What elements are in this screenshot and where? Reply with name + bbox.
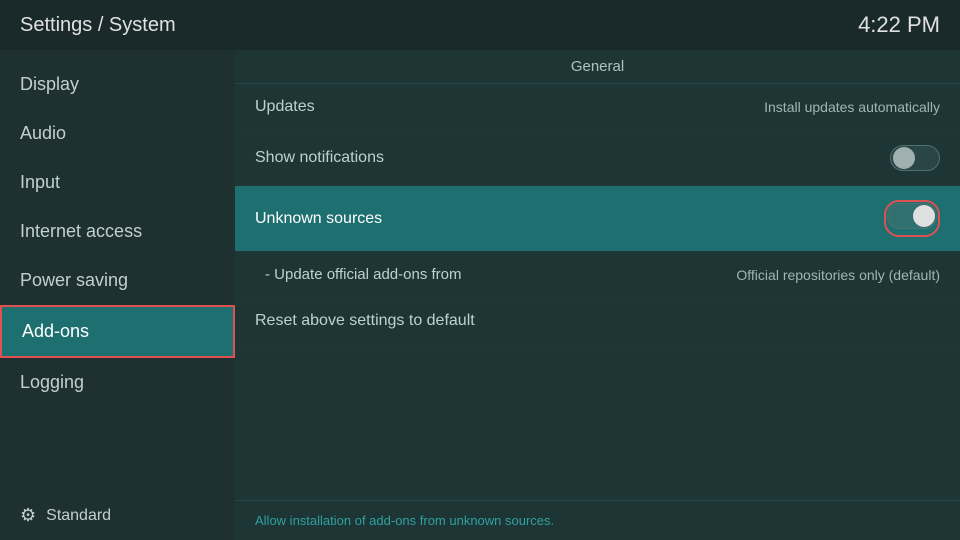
unknown-sources-toggle-wrapper <box>884 200 940 237</box>
updates-label: Updates <box>255 98 315 116</box>
content-footer: Allow installation of add-ons from unkno… <box>235 500 960 540</box>
content-area: General Updates Install updates automati… <box>235 50 960 540</box>
updates-value: Install updates automatically <box>764 99 940 115</box>
setting-updates[interactable]: Updates Install updates automatically <box>235 84 960 131</box>
setting-unknown-sources[interactable]: Unknown sources <box>235 186 960 252</box>
sidebar-item-add-ons[interactable]: Add-ons <box>0 305 235 358</box>
sidebar-item-audio[interactable]: Audio <box>0 109 235 158</box>
show-notifications-label: Show notifications <box>255 149 384 167</box>
sidebar-footer: ⚙ Standard <box>0 491 235 540</box>
setting-update-official-addons[interactable]: - Update official add-ons from Official … <box>235 252 960 298</box>
show-notifications-toggle[interactable] <box>890 145 940 171</box>
update-official-addons-value: Official repositories only (default) <box>736 267 940 283</box>
gear-icon: ⚙ <box>20 505 36 526</box>
standard-label: Standard <box>46 507 111 525</box>
setting-show-notifications[interactable]: Show notifications <box>235 131 960 186</box>
sidebar-item-internet-access[interactable]: Internet access <box>0 207 235 256</box>
update-official-addons-label: - Update official add-ons from <box>265 266 462 283</box>
unknown-sources-toggle[interactable] <box>887 203 937 229</box>
setting-reset[interactable]: Reset above settings to default <box>235 298 960 345</box>
sidebar-item-input[interactable]: Input <box>0 158 235 207</box>
page-title: Settings / System <box>20 14 176 37</box>
sidebar-item-logging[interactable]: Logging <box>0 358 235 407</box>
sidebar-item-power-saving[interactable]: Power saving <box>0 256 235 305</box>
toggle-knob-on <box>913 205 935 227</box>
reset-label: Reset above settings to default <box>255 312 475 330</box>
sidebar: Display Audio Input Internet access Powe… <box>0 50 235 540</box>
unknown-sources-label: Unknown sources <box>255 210 382 228</box>
clock: 4:22 PM <box>858 12 940 38</box>
settings-list: Updates Install updates automatically Sh… <box>235 84 960 500</box>
toggle-knob <box>893 147 915 169</box>
sidebar-item-display[interactable]: Display <box>0 60 235 109</box>
main-layout: Display Audio Input Internet access Powe… <box>0 50 960 540</box>
header: Settings / System 4:22 PM <box>0 0 960 50</box>
section-header: General <box>235 50 960 84</box>
footer-hint: Allow installation of add-ons from unkno… <box>255 513 554 528</box>
